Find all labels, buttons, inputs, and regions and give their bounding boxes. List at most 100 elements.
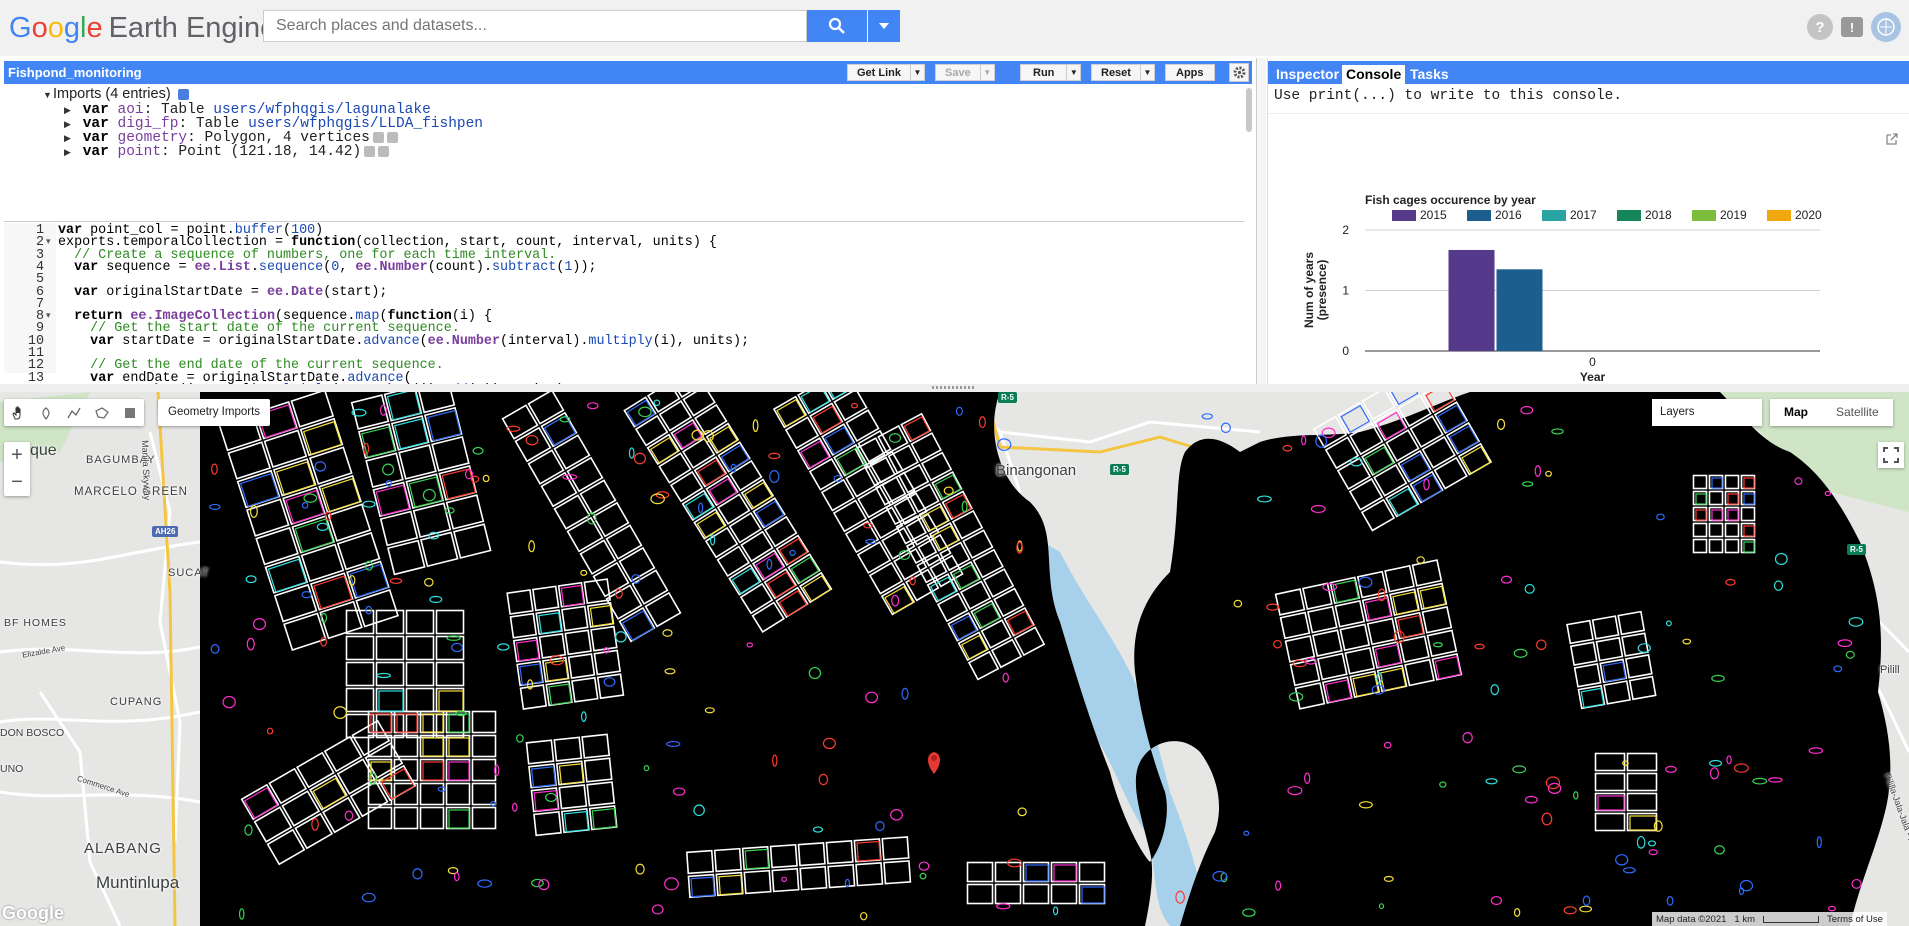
top-icons: ? ! bbox=[1807, 12, 1901, 42]
place-label: que bbox=[30, 442, 57, 459]
chevron-down-icon[interactable]: ▼ bbox=[1066, 65, 1080, 80]
zoom-out-button[interactable]: − bbox=[4, 469, 30, 496]
legend-swatch bbox=[1767, 210, 1791, 221]
legend-label: 2018 bbox=[1645, 208, 1672, 222]
tab-console[interactable]: Console bbox=[1342, 65, 1406, 84]
route-shield: R-5 bbox=[998, 392, 1017, 403]
account-avatar[interactable] bbox=[1871, 12, 1901, 42]
map-type-map[interactable]: Map bbox=[1770, 399, 1822, 426]
apps-button[interactable]: Apps bbox=[1165, 64, 1215, 81]
fold-arrow-icon[interactable]: ▾ bbox=[46, 309, 51, 324]
route-shield: R-5 bbox=[1110, 464, 1129, 475]
settings-button[interactable] bbox=[1229, 63, 1249, 82]
apps-label: Apps bbox=[1176, 66, 1204, 79]
zoom-control: + − bbox=[4, 442, 30, 496]
legend-swatch bbox=[1467, 210, 1491, 221]
y-tick-label: 0 bbox=[1342, 344, 1349, 358]
legend-swatch bbox=[1392, 210, 1416, 221]
search-button[interactable] bbox=[807, 10, 867, 42]
geometry-settings-icon[interactable] bbox=[386, 131, 398, 143]
legend-label: 2017 bbox=[1570, 208, 1597, 222]
vertical-splitter[interactable] bbox=[1257, 58, 1266, 384]
imports-scrollbar[interactable] bbox=[1246, 88, 1252, 132]
code-area[interactable]: 1 var point_col = point.buffer(100) 2 ▾ expo… bbox=[4, 223, 1244, 410]
collapse-triangle-icon[interactable]: ▼ bbox=[43, 90, 53, 100]
script-name[interactable]: Fishpond_monitoring bbox=[8, 65, 142, 80]
chart-title: Fish cages occurence by year bbox=[1365, 193, 1536, 207]
line-tool-icon[interactable] bbox=[60, 399, 88, 426]
code-text[interactable]: var originalStartDate = ee.Date(start); bbox=[58, 285, 387, 300]
tab-inspector[interactable]: Inspector bbox=[1272, 65, 1343, 84]
map-data-text[interactable]: Map data ©2021 bbox=[1656, 914, 1726, 925]
search-options-button[interactable] bbox=[868, 10, 900, 42]
expand-triangle-icon[interactable]: ▶ bbox=[64, 146, 74, 161]
rectangle-tool-icon[interactable] bbox=[116, 399, 144, 426]
feedback-icon[interactable]: ! bbox=[1841, 17, 1863, 37]
get-link-button[interactable]: Get Link ▼ bbox=[847, 64, 926, 81]
chart-svg: Fish cages occurence by year2015 2016 2017… bbox=[1302, 193, 1822, 384]
scale-label[interactable]: 1 km bbox=[1734, 914, 1755, 925]
edit-geometry-icon[interactable] bbox=[372, 131, 384, 143]
save-button[interactable]: Save ▼ bbox=[935, 64, 995, 81]
search-input[interactable] bbox=[263, 10, 807, 42]
imports-divider bbox=[4, 221, 1244, 222]
map-view[interactable]: que BAGUMBAY MARCELO GREEN SUCAT BF HOME… bbox=[0, 392, 1909, 926]
terms-link[interactable]: Terms of Use bbox=[1827, 914, 1883, 925]
top-bar: GoogleEarth Engine ? ! bbox=[0, 0, 1909, 56]
reset-label: Reset bbox=[1101, 66, 1131, 79]
legend-label: 2020 bbox=[1795, 208, 1822, 222]
import-keyword: var bbox=[82, 144, 109, 160]
map-type-satellite[interactable]: Satellite bbox=[1822, 399, 1893, 426]
chevron-down-icon[interactable]: ▼ bbox=[910, 65, 924, 80]
place-label: Muntinlupa bbox=[96, 873, 180, 892]
map-canvas[interactable] bbox=[0, 392, 1909, 926]
import-row[interactable]: ▶ var point: Point (121.18, 14.42) bbox=[64, 144, 390, 161]
pan-hand-icon[interactable] bbox=[4, 399, 32, 426]
fullscreen-button[interactable] bbox=[1878, 442, 1904, 468]
map-attribution: Map data ©2021 1 km Terms of Use bbox=[1652, 912, 1887, 926]
console-message: Use print(...) to write to this console. bbox=[1274, 88, 1623, 104]
code-editor-panel: Fishpond_monitoring Get Link ▼ Save ▼ Run ▼… bbox=[0, 58, 1257, 410]
y-tick-label: 2 bbox=[1342, 223, 1349, 237]
y-axis-label: Num of years(presence) bbox=[1302, 252, 1329, 328]
chevron-down-icon[interactable]: ▼ bbox=[1139, 65, 1154, 80]
chevron-down-icon[interactable]: ▼ bbox=[979, 65, 994, 80]
splitter-grip[interactable] bbox=[932, 386, 976, 389]
run-button[interactable]: Run ▼ bbox=[1020, 64, 1082, 81]
place-label: DON BOSCO bbox=[0, 727, 65, 739]
layers-button[interactable]: Layers bbox=[1652, 399, 1762, 426]
logo-google-text: Google bbox=[9, 12, 103, 44]
earth-engine-logo[interactable]: Google Earth Engine bbox=[9, 12, 276, 44]
right-panel-tabbar: Inspector Console Tasks bbox=[1268, 61, 1909, 84]
y-axis-label-line: (presence) bbox=[1315, 260, 1329, 321]
legend-label: 2015 bbox=[1420, 208, 1447, 222]
code-text[interactable]: var sequence = ee.List.sequence(0, ee.Nu… bbox=[58, 260, 596, 275]
route-shield: AH26 bbox=[152, 526, 179, 537]
map-type-control: Map Satellite bbox=[1770, 399, 1893, 426]
place-label: Binangonan bbox=[996, 462, 1077, 479]
run-label: Run bbox=[1033, 66, 1055, 79]
reset-button[interactable]: Reset ▼ bbox=[1091, 64, 1155, 81]
save-label: Save bbox=[945, 66, 971, 79]
show-generated-code-icon[interactable] bbox=[177, 88, 189, 100]
polygon-tool-icon[interactable] bbox=[88, 399, 116, 426]
imports-header-label: Imports (4 entries) bbox=[53, 86, 171, 102]
imports-header[interactable]: ▼Imports (4 entries) bbox=[43, 86, 189, 102]
marker-tool-icon[interactable] bbox=[32, 399, 60, 426]
geometry-imports-button[interactable]: Geometry Imports bbox=[158, 399, 271, 426]
popout-chart-icon[interactable] bbox=[1885, 132, 1899, 146]
y-axis-label-line: Num of years bbox=[1302, 252, 1316, 328]
fullscreen-icon bbox=[1883, 447, 1899, 463]
help-icon[interactable]: ? bbox=[1807, 14, 1833, 40]
fold-arrow-icon[interactable]: ▾ bbox=[46, 235, 51, 250]
geometry-settings-icon[interactable] bbox=[378, 145, 390, 157]
import-type: : Point (121.18, 14.42) bbox=[161, 144, 362, 160]
google-watermark: Google bbox=[2, 903, 64, 923]
place-label: BF HOMES bbox=[4, 617, 67, 629]
place-label: UNO bbox=[0, 763, 24, 775]
zoom-in-button[interactable]: + bbox=[4, 442, 30, 469]
tab-tasks[interactable]: Tasks bbox=[1406, 65, 1453, 84]
code-text[interactable]: var startDate = originalStartDate.advanc… bbox=[58, 334, 749, 349]
place-label: Pilill bbox=[1880, 664, 1900, 676]
edit-geometry-icon[interactable] bbox=[364, 145, 376, 157]
